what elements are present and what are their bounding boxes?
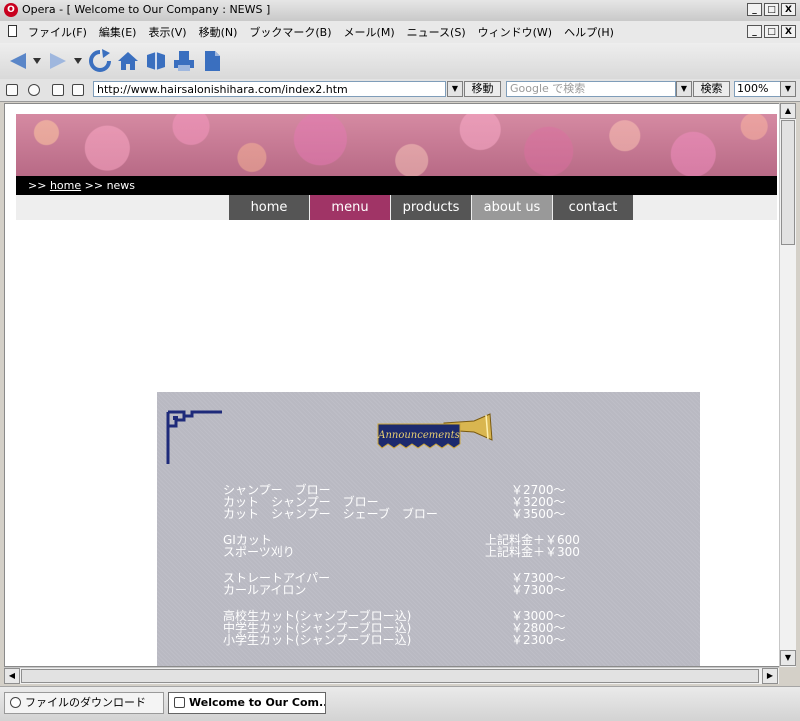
document-icon[interactable] xyxy=(8,25,17,37)
search-button[interactable]: 検索 xyxy=(693,81,730,97)
back-arrow-icon[interactable] xyxy=(6,49,30,73)
service-name: カット シャンプー シェーブ ブロー xyxy=(223,507,438,521)
corner-ornament-icon xyxy=(166,410,222,464)
price-list: シャンプー ブロー ￥2700〜 カット シャンプー ブロー ￥3200〜 カット … xyxy=(223,484,583,646)
scroll-down-button[interactable]: ▼ xyxy=(780,650,796,666)
vertical-scroll-thumb[interactable] xyxy=(781,120,795,245)
tab-welcome[interactable]: Welcome to Our Com... xyxy=(168,692,326,714)
vertical-scrollbar[interactable]: ▲ ▼ xyxy=(779,103,796,667)
search-input[interactable]: Google で検索 xyxy=(506,81,676,97)
service-price: ￥7300〜 xyxy=(511,583,566,597)
service-price: ￥3500〜 xyxy=(511,507,566,521)
forward-history-dropdown-icon[interactable] xyxy=(74,58,82,64)
breadcrumb-home-link[interactable]: home xyxy=(50,179,81,192)
nav-home[interactable]: home xyxy=(229,195,309,220)
menu-view[interactable]: 表示(V) xyxy=(148,24,186,40)
breadcrumb-separator: >> xyxy=(84,179,104,192)
menu-help[interactable]: ヘルプ(H) xyxy=(564,24,614,40)
breadcrumb: >> home >> news xyxy=(16,176,777,195)
menu-news[interactable]: ニュース(S) xyxy=(407,24,466,40)
tab-welcome-label: Welcome to Our Com... xyxy=(189,696,326,709)
nav-menu[interactable]: menu xyxy=(310,195,390,220)
horizontal-scrollbar[interactable]: ◀ ▶ xyxy=(4,667,779,684)
nav-contact[interactable]: contact xyxy=(553,195,633,220)
scroll-right-button[interactable]: ▶ xyxy=(762,668,778,684)
address-bar: http://www.hairsalonishihara.com/index2.… xyxy=(0,79,800,102)
nav-about-us[interactable]: about us xyxy=(472,195,552,220)
security-icon[interactable] xyxy=(6,84,18,96)
horizontal-scroll-thumb[interactable] xyxy=(21,669,759,683)
tab-downloads-label: ファイルのダウンロード xyxy=(25,696,146,709)
site-nav: home menu products about us contact xyxy=(16,195,777,220)
zoom-value: 100% xyxy=(737,82,769,95)
opera-logo-icon: O xyxy=(4,3,18,17)
breadcrumb-separator: >> xyxy=(28,179,47,192)
page-info-icon[interactable] xyxy=(52,84,64,96)
navigation-toolbar xyxy=(0,43,800,80)
menu-bookmarks[interactable]: ブックマーク(B) xyxy=(249,24,331,40)
print-icon[interactable] xyxy=(172,49,196,73)
back-history-dropdown-icon[interactable] xyxy=(33,58,41,64)
forward-arrow-icon[interactable] xyxy=(46,49,70,73)
service-name: 小学生カット(シャンプーブロー込) xyxy=(223,633,412,647)
price-row: カット シャンプー シェーブ ブロー ￥3500〜 xyxy=(223,508,583,520)
window-tab-bar: ファイルのダウンロード Welcome to Our Com... xyxy=(0,686,800,721)
new-page-icon[interactable] xyxy=(200,49,224,73)
window-title: Opera - [ Welcome to Our Company : NEWS … xyxy=(22,3,271,16)
minimize-button[interactable]: _ xyxy=(747,3,762,16)
news-panel: Announcements シャンプー ブロー ￥2700〜 カット シャンプー … xyxy=(157,392,700,666)
print-preview-icon[interactable] xyxy=(72,84,84,96)
menu-bar: ファイル(F) 編集(E) 表示(V) 移動(N) ブックマーク(B) メール(… xyxy=(0,21,800,44)
service-name: カールアイロン xyxy=(223,583,307,597)
maximize-button[interactable]: □ xyxy=(764,3,779,16)
service-name: スポーツ刈り xyxy=(223,545,295,559)
announcements-trumpet-icon: Announcements xyxy=(377,413,493,449)
service-price: 上記料金＋￥300 xyxy=(485,545,580,559)
menu-mail[interactable]: メール(M) xyxy=(344,24,395,40)
header-banner-image xyxy=(16,114,777,176)
close-button[interactable]: X xyxy=(781,3,796,16)
price-row: 小学生カット(シャンプーブロー込) ￥2300〜 xyxy=(223,634,583,646)
nav-products[interactable]: products xyxy=(391,195,471,220)
hotlist-icon[interactable] xyxy=(144,49,168,73)
mdi-minimize-button[interactable]: _ xyxy=(747,25,762,38)
menu-file[interactable]: ファイル(F) xyxy=(28,24,87,40)
scroll-left-button[interactable]: ◀ xyxy=(4,668,20,684)
page-icon xyxy=(174,697,185,708)
reload-icon[interactable] xyxy=(88,49,112,73)
price-row: カールアイロン ￥7300〜 xyxy=(223,584,583,596)
page-viewport: >> home >> news home menu products about… xyxy=(4,103,779,667)
service-price: ￥2300〜 xyxy=(511,633,566,647)
menu-edit[interactable]: 編集(E) xyxy=(99,24,137,40)
announcements-label: Announcements xyxy=(377,430,460,441)
url-input[interactable]: http://www.hairsalonishihara.com/index2.… xyxy=(93,81,446,97)
go-button[interactable]: 移動 xyxy=(464,81,501,97)
breadcrumb-current: news xyxy=(106,179,136,192)
mdi-close-button[interactable]: X xyxy=(781,25,796,38)
home-icon[interactable] xyxy=(116,49,140,73)
menu-window[interactable]: ウィンドウ(W) xyxy=(478,24,552,40)
price-row: スポーツ刈り 上記料金＋￥300 xyxy=(223,546,583,558)
download-icon xyxy=(10,697,21,708)
wand-icon[interactable] xyxy=(28,84,40,96)
scrollbar-corner xyxy=(779,667,796,684)
zoom-dropdown[interactable]: ▼ xyxy=(780,81,796,97)
menu-navigate[interactable]: 移動(N) xyxy=(199,24,238,40)
window-titlebar: O Opera - [ Welcome to Our Company : NEW… xyxy=(0,0,800,22)
tab-downloads[interactable]: ファイルのダウンロード xyxy=(4,692,164,714)
scroll-up-button[interactable]: ▲ xyxy=(780,103,796,119)
url-history-dropdown[interactable]: ▼ xyxy=(447,81,463,97)
mdi-restore-button[interactable]: □ xyxy=(764,25,779,38)
search-engine-dropdown[interactable]: ▼ xyxy=(676,81,692,97)
